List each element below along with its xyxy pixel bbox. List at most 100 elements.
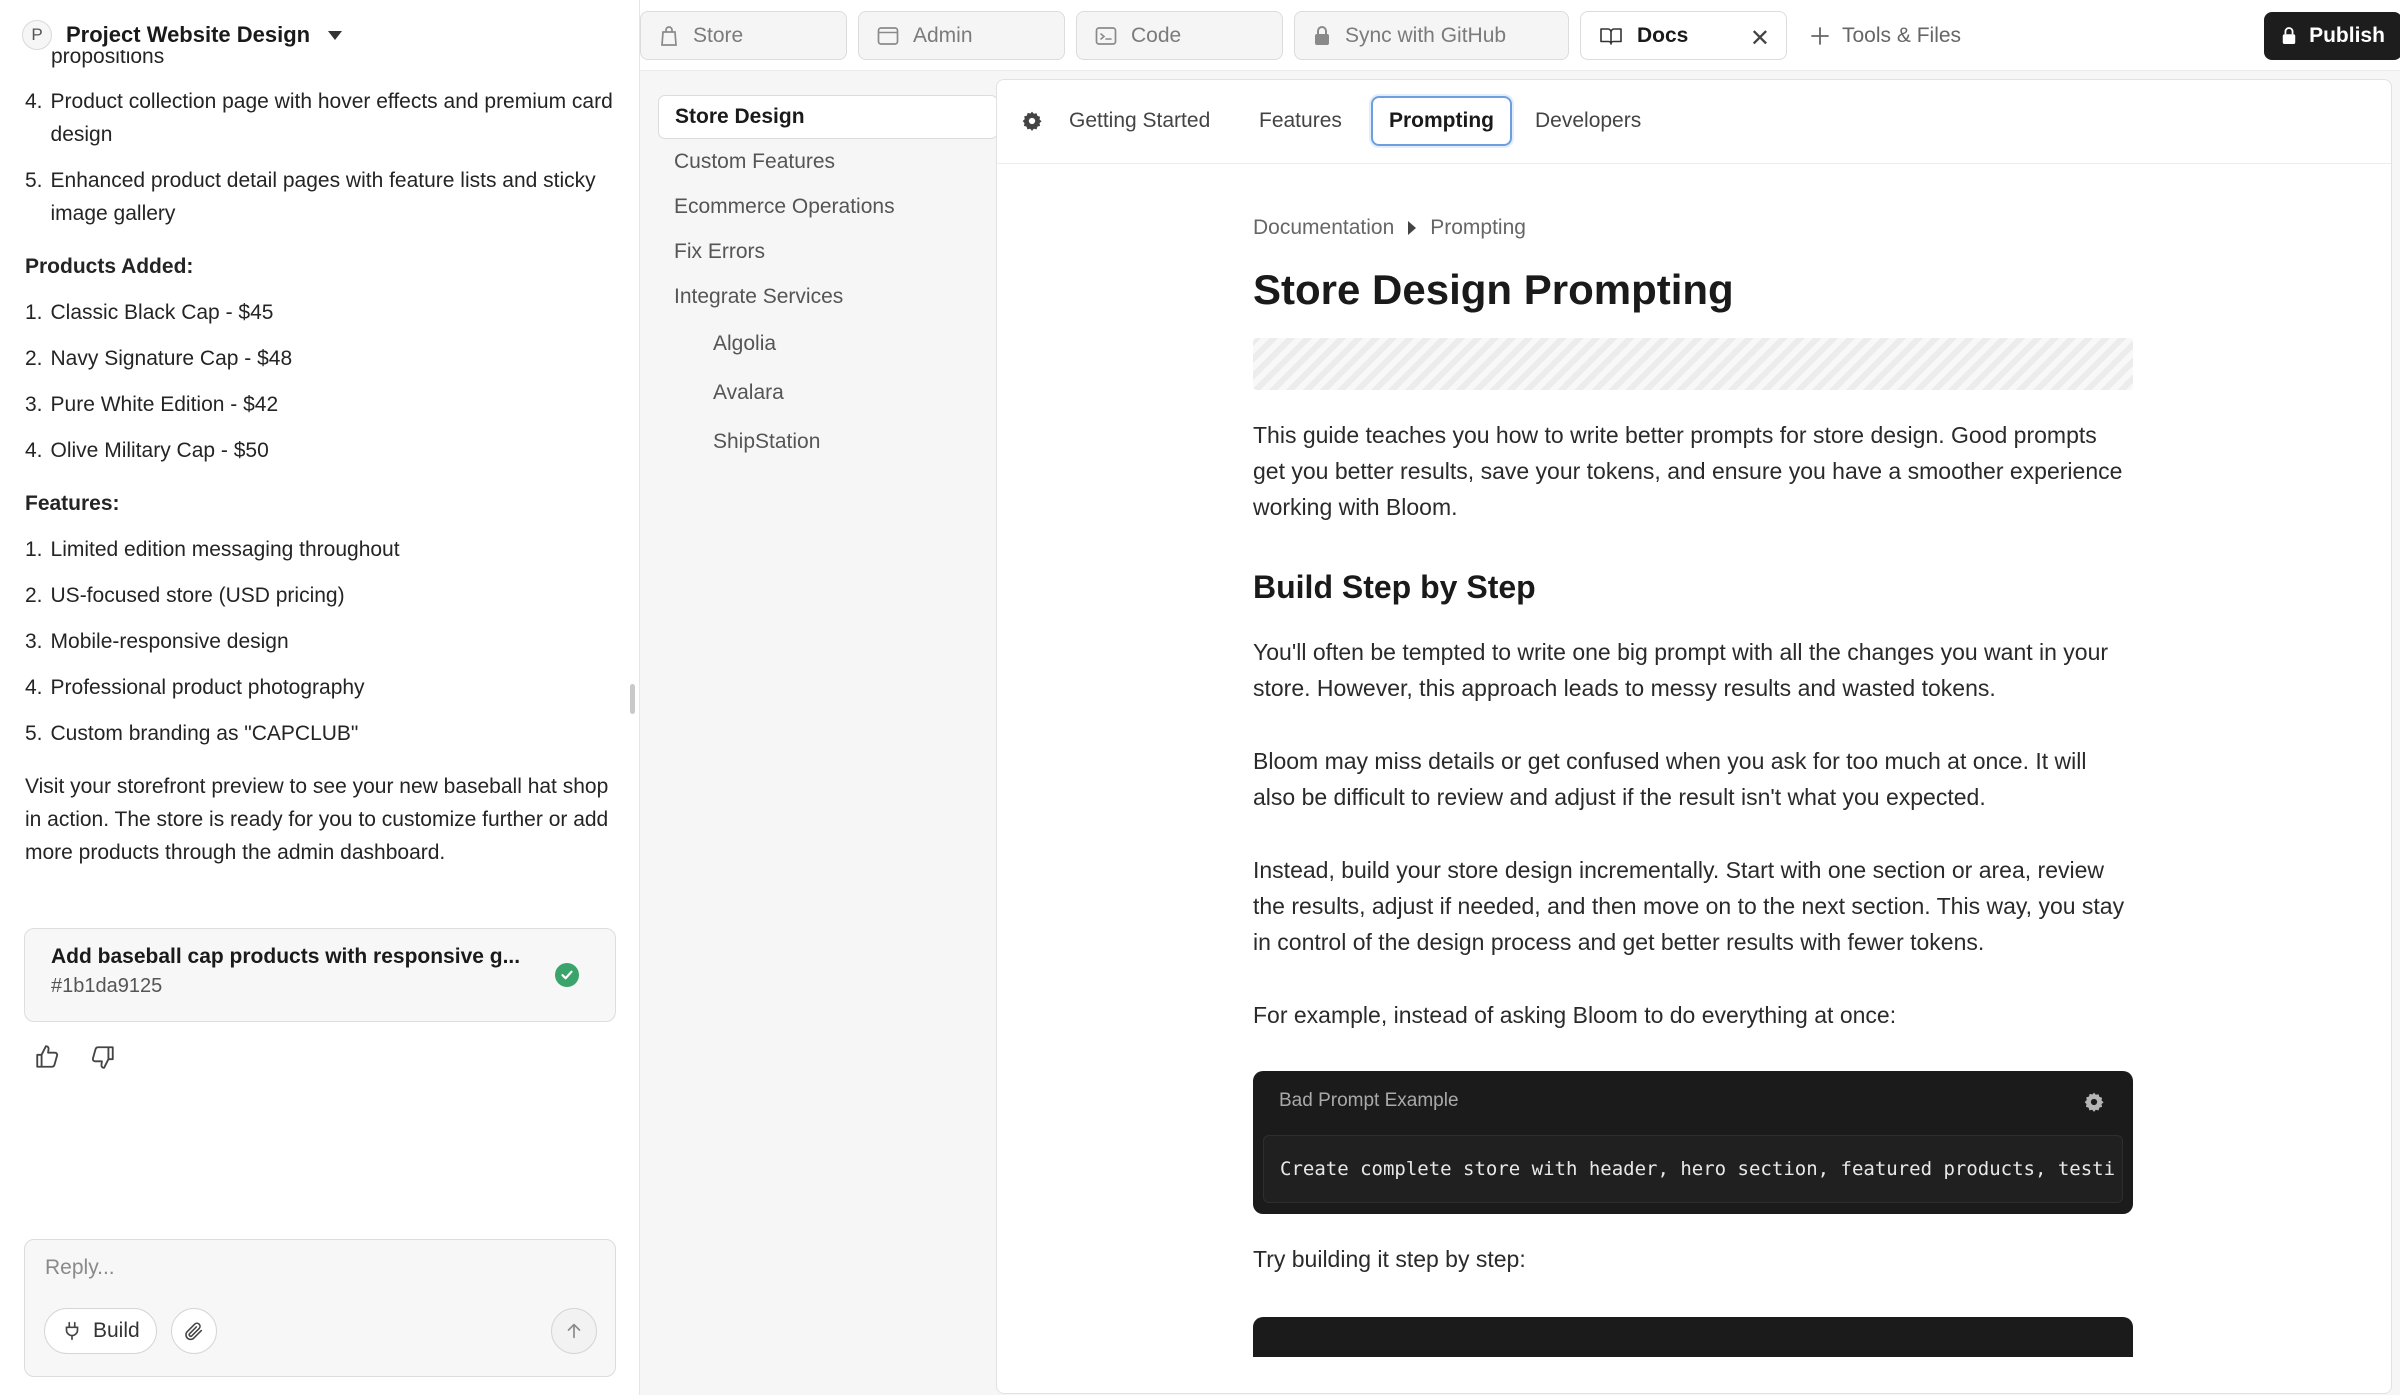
products-heading: Products Added: — [25, 255, 194, 278]
tab-code[interactable]: Code — [1076, 11, 1283, 60]
tab-store[interactable]: Store — [640, 11, 847, 60]
gear-icon[interactable] — [2083, 1091, 2105, 1118]
tools-files-button[interactable]: Tools & Files — [1810, 11, 1961, 60]
paragraph: Instead, build your store design increme… — [1253, 857, 2125, 955]
breadcrumb-prompting[interactable]: Prompting — [1430, 216, 1526, 240]
tab-prompting[interactable]: Prompting — [1371, 96, 1512, 146]
chevron-down-icon — [328, 30, 343, 40]
commit-hash: #1b1da9125 — [51, 975, 163, 997]
lock-icon — [1315, 25, 1329, 45]
list-item: 2. US-focused store (USD pricing) — [25, 584, 345, 607]
tab-features[interactable]: Features — [1243, 96, 1358, 146]
list-item: 5. Enhanced product detail pages with fea… — [25, 169, 596, 225]
check-circle-icon — [555, 963, 579, 987]
docs-sidebar: Store Design Custom Features Ecommerce O… — [658, 95, 998, 467]
tab-label: Admin — [913, 23, 973, 47]
book-icon — [1600, 27, 1622, 45]
plus-icon — [1811, 26, 1829, 45]
list-item: 5. Custom branding as "CAPCLUB" — [25, 722, 359, 745]
paragraph: You'll often be tempted to write one big… — [1253, 639, 2109, 701]
reply-input[interactable] — [45, 1256, 585, 1280]
thumbs-down-icon[interactable] — [88, 1042, 118, 1072]
sidebar-item-store-design[interactable]: Store Design — [658, 95, 998, 139]
window-icon — [877, 26, 899, 45]
paperclip-icon — [185, 1322, 203, 1341]
code-block: Bad Prompt Example Create complete store… — [1253, 1071, 2133, 1214]
docs-tabbar: Getting Started Features Prompting Devel… — [997, 80, 2391, 164]
send-button[interactable] — [551, 1308, 597, 1354]
paragraph: Bloom may miss details or get confused w… — [1253, 748, 2087, 810]
reply-composer: Build — [24, 1239, 616, 1377]
features-list: 1. Limited edition messaging throughout 2… — [25, 533, 615, 750]
sidebar-item-ecommerce-operations[interactable]: Ecommerce Operations — [658, 185, 998, 229]
thumbs-up-icon[interactable] — [32, 1042, 62, 1072]
project-avatar: P — [22, 20, 52, 50]
tab-label: Sync with GitHub — [1345, 23, 1507, 47]
list-item: 4. Professional product photography — [25, 676, 365, 699]
paragraph: Try building it step by step: — [1253, 1246, 1526, 1272]
tab-label: Docs — [1637, 23, 1689, 47]
top-tab-bar: Store Admin Code Sync with GitHub Docs ✕… — [640, 0, 2400, 70]
build-button[interactable]: Build — [44, 1308, 157, 1354]
tab-getting-started[interactable]: Getting Started — [1053, 96, 1226, 146]
list-item: 4. Olive Military Cap - $50 — [25, 439, 269, 462]
sidebar-item-custom-features[interactable]: Custom Features — [658, 140, 998, 184]
chat-messages: propositions 4. Product collection page w… — [0, 50, 640, 1010]
list-item: 4. Product collection page with hover eff… — [25, 90, 613, 146]
intro-paragraph: This guide teaches you how to write bett… — [1253, 422, 2123, 520]
terminal-icon — [1095, 26, 1117, 45]
publish-button[interactable]: Publish — [2264, 12, 2400, 60]
tab-label: Code — [1131, 23, 1182, 47]
arrow-up-icon — [567, 1323, 581, 1339]
docs-workspace: Store Design Custom Features Ecommerce O… — [640, 70, 2400, 1395]
list-item: 1. Classic Black Cap - $45 — [25, 301, 274, 324]
section-heading: Build Step by Step — [1253, 569, 1536, 605]
resize-handle[interactable] — [630, 684, 635, 714]
code-block-label: Bad Prompt Example — [1279, 1090, 1459, 1111]
code-block — [1253, 1317, 2133, 1357]
gear-icon[interactable] — [1021, 110, 1043, 137]
feedback-row — [32, 1042, 118, 1072]
sidebar-item-algolia[interactable]: Algolia — [658, 320, 998, 368]
tab-admin[interactable]: Admin — [858, 11, 1065, 60]
publish-label: Publish — [2309, 24, 2385, 47]
commit-card[interactable]: Add baseball cap products with responsiv… — [24, 928, 616, 1022]
paragraph: For example, instead of asking Bloom to … — [1253, 1002, 1897, 1028]
products-list: 1. Classic Black Cap - $45 2. Navy Signatu… — [25, 296, 615, 467]
list-item: 3. Mobile-responsive design — [25, 630, 289, 653]
list-item: 3. Pure White Edition - $42 — [25, 393, 279, 416]
build-label: Build — [93, 1319, 140, 1342]
sidebar-item-integrate-services[interactable]: Integrate Services — [658, 275, 998, 319]
doc-article: Documentation Prompting Store Design Pro… — [1253, 216, 2133, 1357]
lock-icon — [2282, 27, 2296, 44]
app-root: P Project Website Design propositions 4.… — [0, 0, 2400, 1395]
code-content: Create complete store with header, hero … — [1263, 1135, 2123, 1203]
commit-title: Add baseball cap products with responsiv… — [51, 945, 521, 968]
closing-message: Visit your storefront preview to see you… — [25, 775, 609, 864]
tab-developers[interactable]: Developers — [1519, 96, 1657, 146]
tab-docs[interactable]: Docs ✕ — [1580, 11, 1787, 60]
image-placeholder — [1253, 338, 2133, 390]
close-icon[interactable]: ✕ — [1750, 24, 1770, 53]
breadcrumb: Documentation Prompting — [1253, 216, 2133, 240]
attach-button[interactable] — [171, 1308, 217, 1354]
features-heading: Features: — [25, 492, 120, 515]
tab-label: Store — [693, 23, 744, 47]
tab-sync-github[interactable]: Sync with GitHub — [1294, 11, 1569, 60]
sidebar-item-fix-errors[interactable]: Fix Errors — [658, 230, 998, 274]
bag-icon — [661, 25, 677, 46]
project-switcher[interactable]: P Project Website Design — [22, 18, 343, 52]
docs-panel: Getting Started Features Prompting Devel… — [996, 79, 2392, 1394]
sidebar-item-shipstation[interactable]: ShipStation — [658, 418, 998, 466]
plug-icon — [65, 1321, 79, 1341]
page-title: Store Design Prompting — [1253, 266, 1734, 313]
chat-panel: P Project Website Design propositions 4.… — [0, 0, 640, 1395]
breadcrumb-documentation[interactable]: Documentation — [1253, 216, 1394, 240]
tools-label: Tools & Files — [1842, 23, 1962, 47]
message-fragment: propositions — [51, 50, 165, 68]
top-list: 4. Product collection page with hover eff… — [25, 85, 615, 230]
project-name: Project Website Design — [66, 22, 311, 47]
list-item: 1. Limited edition messaging throughout — [25, 538, 400, 561]
sidebar-item-avalara[interactable]: Avalara — [658, 369, 998, 417]
list-item: 2. Navy Signature Cap - $48 — [25, 347, 293, 370]
